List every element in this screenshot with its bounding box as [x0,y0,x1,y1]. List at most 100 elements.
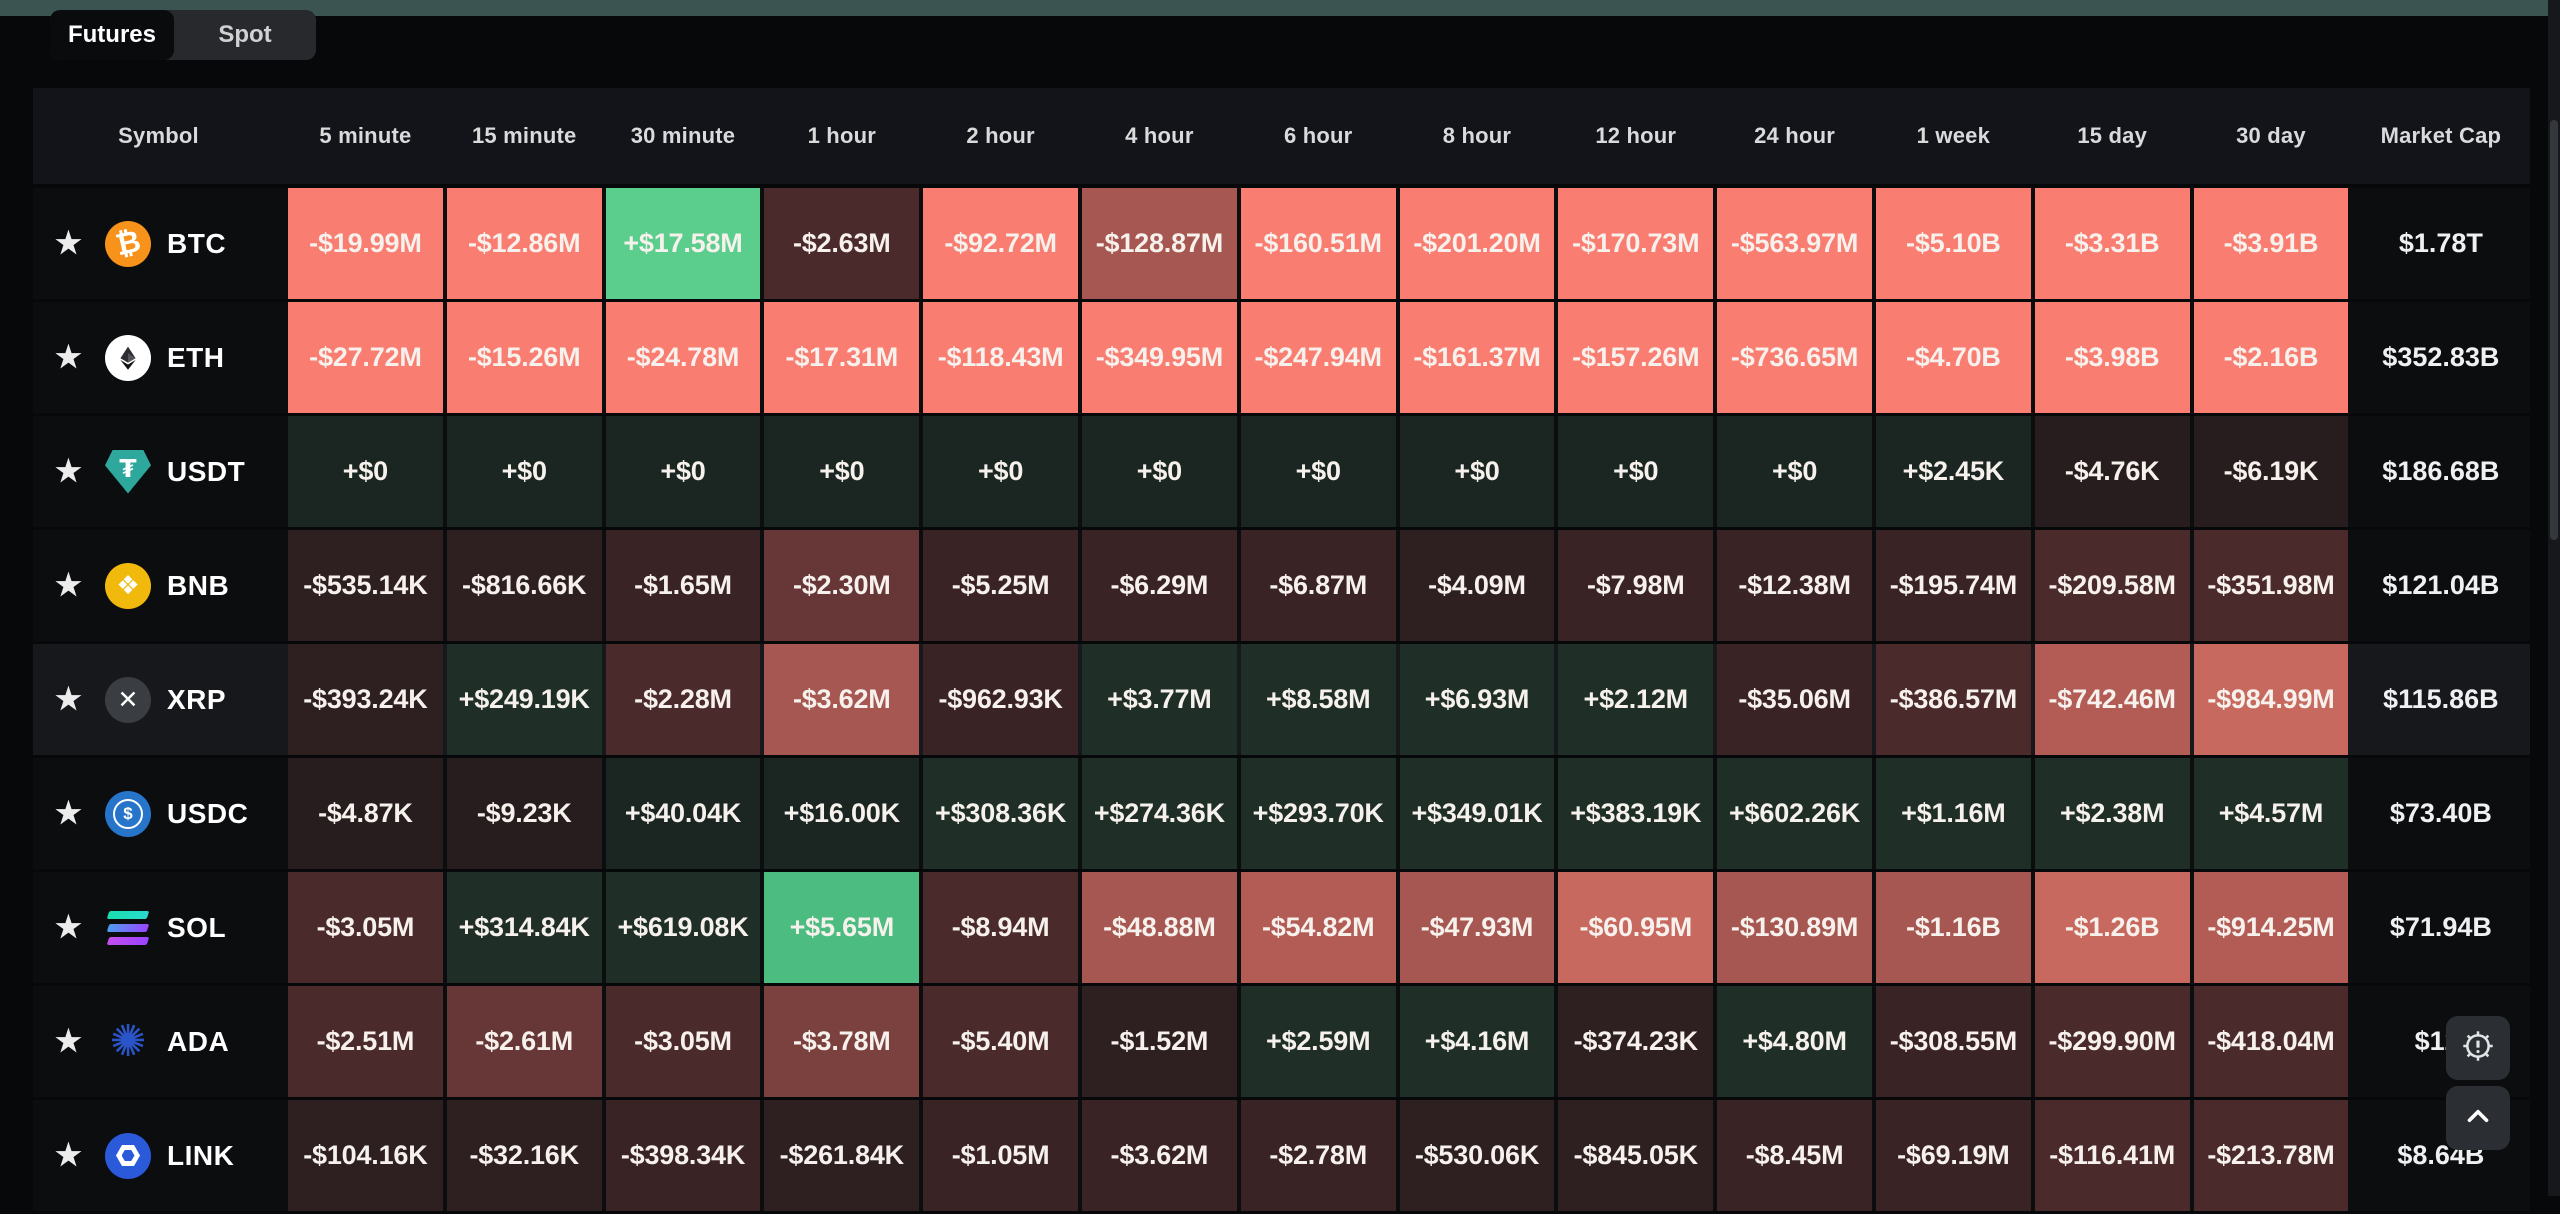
table-row-link[interactable]: ★LINK-$104.16K-$32.16K-$398.34K-$261.84K… [33,1100,2530,1211]
cell-sol-30-minute: +$619.08K [606,872,761,983]
table-row-ada[interactable]: ★✺ADA-$2.51M-$2.61M-$3.05M-$3.78M-$5.40M… [33,986,2530,1097]
cell-xrp-15-day: -$742.46M [2035,644,2190,755]
table-row-xrp[interactable]: ★✕XRP-$393.24K+$249.19K-$2.28M-$3.62M-$9… [33,644,2530,755]
cell-usdc-4-hour: +$274.36K [1082,758,1237,869]
symbol-label: BNB [167,570,229,602]
market-cap-value: $73.40B [2352,758,2529,869]
favorite-star-icon[interactable]: ★ [55,340,101,375]
column-header-12-hour[interactable]: 12 hour [1558,123,1713,149]
column-header-symbol[interactable]: Symbol [33,123,284,149]
cell-eth-2-hour: -$118.43M [923,302,1078,413]
cell-ada-12-hour: -$374.23K [1558,986,1713,1097]
cell-usdt-2-hour: +$0 [923,416,1078,527]
cell-sol-2-hour: -$8.94M [923,872,1078,983]
column-header-market-cap[interactable]: Market Cap [2352,123,2529,149]
favorite-star-icon[interactable]: ★ [55,1138,101,1173]
settings-fab-button[interactable] [2446,1016,2510,1080]
cell-eth-24-hour: -$736.65M [1717,302,1872,413]
favorite-star-icon[interactable]: ★ [55,568,101,603]
symbol-cell: ★❖ BNB [33,530,284,641]
cell-sol-30-day: -$914.25M [2194,872,2349,983]
favorite-star-icon[interactable]: ★ [55,682,101,717]
column-header-4-hour[interactable]: 4 hour [1082,123,1237,149]
favorite-star-icon[interactable]: ★ [55,1024,101,1059]
column-header-30-day[interactable]: 30 day [2194,123,2349,149]
table-row-usdc[interactable]: ★$USDC-$4.87K-$9.23K+$40.04K+$16.00K+$30… [33,758,2530,869]
cell-link-15-minute: -$32.16K [447,1100,602,1211]
cell-usdt-15-day: -$4.76K [2035,416,2190,527]
cell-sol-1-hour: +$5.65M [764,872,919,983]
cell-ada-8-hour: +$4.16M [1400,986,1555,1097]
xrp-coin-icon: ✕ [105,677,151,723]
table-row-usdt[interactable]: ★₮USDT+$0+$0+$0+$0+$0+$0+$0+$0+$0+$0+$2.… [33,416,2530,527]
column-header-24-hour[interactable]: 24 hour [1717,123,1872,149]
cell-btc-24-hour: -$563.97M [1717,188,1872,299]
cell-ada-30-day: -$418.04M [2194,986,2349,1097]
cell-ada-15-day: -$299.90M [2035,986,2190,1097]
column-header-15-day[interactable]: 15 day [2035,123,2190,149]
favorite-star-icon[interactable]: ★ [55,910,101,945]
favorite-star-icon[interactable]: ★ [55,796,101,831]
cell-link-30-minute: -$398.34K [606,1100,761,1211]
cell-eth-30-day: -$2.16B [2194,302,2349,413]
scroll-to-top-button[interactable] [2446,1086,2510,1150]
cell-eth-15-day: -$3.98B [2035,302,2190,413]
cell-link-8-hour: -$530.06K [1400,1100,1555,1211]
cell-xrp-6-hour: +$8.58M [1241,644,1396,755]
tab-futures[interactable]: Futures [50,10,174,60]
cell-bnb-12-hour: -$7.98M [1558,530,1713,641]
view-tabs: Futures Spot [50,10,316,60]
cell-bnb-1-week: -$195.74M [1876,530,2031,641]
cell-xrp-2-hour: -$962.93K [923,644,1078,755]
cell-usdc-1-week: +$1.16M [1876,758,2031,869]
cell-btc-12-hour: -$170.73M [1558,188,1713,299]
symbol-cell: ★✕XRP [33,644,284,755]
bnb-coin-icon: ❖ [105,563,151,609]
cell-sol-1-week: -$1.16B [1876,872,2031,983]
cell-link-6-hour: -$2.78M [1241,1100,1396,1211]
column-header-5-minute[interactable]: 5 minute [288,123,443,149]
favorite-star-icon[interactable]: ★ [55,226,101,261]
cell-usdc-30-day: +$4.57M [2194,758,2349,869]
table-body: ★₿BTC-$19.99M-$12.86M+$17.58M-$2.63M-$92… [33,188,2530,1211]
cell-link-24-hour: -$8.45M [1717,1100,1872,1211]
column-header-15-minute[interactable]: 15 minute [447,123,602,149]
market-cap-value: $71.94B [2352,872,2529,983]
favorite-star-icon[interactable]: ★ [55,454,101,489]
column-header-6-hour[interactable]: 6 hour [1241,123,1396,149]
table-row-bnb[interactable]: ★❖BNB-$535.14K-$816.66K-$1.65M-$2.30M-$5… [33,530,2530,641]
btc-coin-icon: ₿ [105,221,151,267]
scrollbar-thumb[interactable] [2550,120,2558,540]
cell-bnb-4-hour: -$6.29M [1082,530,1237,641]
cell-btc-4-hour: -$128.87M [1082,188,1237,299]
column-header-8-hour[interactable]: 8 hour [1400,123,1555,149]
sol-coin-icon [105,905,151,951]
column-header-30-minute[interactable]: 30 minute [606,123,761,149]
scrollbar-track[interactable] [2548,0,2560,1196]
cell-usdt-15-minute: +$0 [447,416,602,527]
cell-link-5-minute: -$104.16K [288,1100,443,1211]
cell-btc-15-minute: -$12.86M [447,188,602,299]
symbol-cell: ★✺ADA [33,986,284,1097]
usdt-coin-icon: ₮ [105,449,151,495]
symbol-cell: ★₿BTC [33,188,284,299]
cell-bnb-8-hour: -$4.09M [1400,530,1555,641]
column-header-2-hour[interactable]: 2 hour [923,123,1078,149]
table-row-sol[interactable]: ★SOL-$3.05M+$314.84K+$619.08K+$5.65M-$8.… [33,872,2530,983]
cell-sol-6-hour: -$54.82M [1241,872,1396,983]
cell-eth-1-week: -$4.70B [1876,302,2031,413]
cell-eth-1-hour: -$17.31M [764,302,919,413]
column-header-1-week[interactable]: 1 week [1876,123,2031,149]
cell-eth-6-hour: -$247.94M [1241,302,1396,413]
tab-spot[interactable]: Spot [174,10,316,60]
cell-usdc-6-hour: +$293.70K [1241,758,1396,869]
cell-btc-6-hour: -$160.51M [1241,188,1396,299]
cell-ada-24-hour: +$4.80M [1717,986,1872,1097]
table-row-btc[interactable]: ★₿BTC-$19.99M-$12.86M+$17.58M-$2.63M-$92… [33,188,2530,299]
table-row-eth[interactable]: ★ETH-$27.72M-$15.26M-$24.78M-$17.31M-$11… [33,302,2530,413]
column-header-1-hour[interactable]: 1 hour [764,123,919,149]
cell-xrp-15-minute: +$249.19K [447,644,602,755]
cell-ada-4-hour: -$1.52M [1082,986,1237,1097]
symbol-label: USDC [167,798,248,830]
cell-bnb-30-day: -$351.98M [2194,530,2349,641]
